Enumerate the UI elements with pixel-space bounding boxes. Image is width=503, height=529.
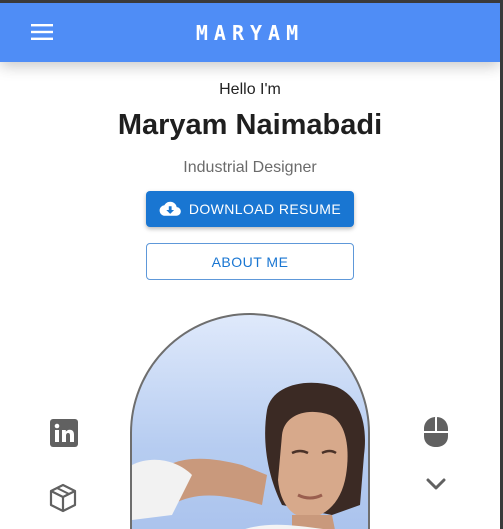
- download-resume-button[interactable]: DOWNLOAD RESUME: [146, 191, 354, 227]
- profile-photo: [132, 382, 365, 529]
- profile-photo-frame: [130, 313, 370, 529]
- scroll-down-button[interactable]: [421, 469, 451, 499]
- about-me-button[interactable]: ABOUT ME: [146, 243, 354, 280]
- linkedin-link[interactable]: [49, 418, 79, 448]
- about-me-label: ABOUT ME: [211, 253, 289, 270]
- cloud-download-icon: [159, 201, 181, 216]
- top-app-bar: MARYAM: [0, 3, 500, 62]
- person-name: Maryam Naimabadi: [117, 109, 383, 141]
- cube-3d-icon: [49, 483, 77, 513]
- portfolio-3d-link[interactable]: [48, 483, 78, 513]
- chevron-down-icon: [426, 478, 446, 490]
- brand-title[interactable]: MARYAM: [0, 21, 500, 45]
- app-frame: MARYAM Hello I'm Maryam Naimabadi Indust…: [0, 0, 503, 529]
- job-title: Industrial Designer: [183, 159, 317, 176]
- hero-section: Hello I'm Maryam Naimabadi Industrial De…: [0, 62, 500, 177]
- greeting-text: Hello I'm: [219, 81, 281, 98]
- linkedin-icon: [50, 419, 78, 447]
- mouse-icon: [424, 417, 448, 447]
- download-resume-label: DOWNLOAD RESUME: [188, 201, 342, 217]
- scroll-mouse-indicator: [421, 417, 451, 447]
